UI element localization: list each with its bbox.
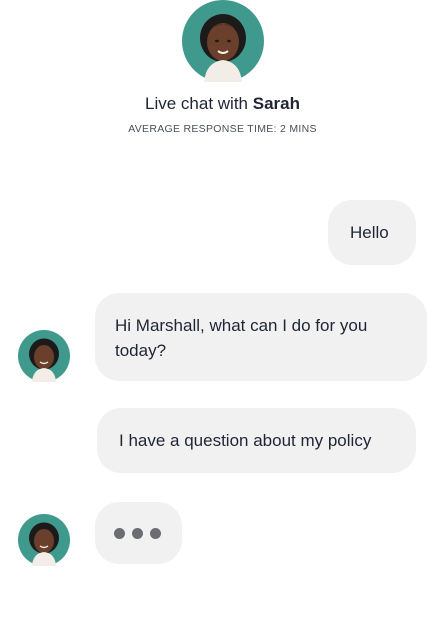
typing-dot-icon	[150, 528, 161, 539]
response-time-label: AVERAGE RESPONSE TIME: 2 MINS	[128, 123, 317, 135]
agent-avatar	[182, 0, 264, 82]
agent-avatar-small	[18, 514, 70, 566]
agent-message-bubble: Hi Marshall, what can I do for you today…	[95, 293, 427, 381]
user-message-bubble: I have a question about my policy	[97, 408, 416, 473]
agent-name: Sarah	[252, 94, 300, 113]
chat-title: Live chat with Sarah	[0, 93, 445, 115]
agent-avatar-small	[18, 330, 70, 382]
message-text: Hello	[350, 223, 389, 242]
typing-dot-icon	[132, 528, 143, 539]
message-text: Hi Marshall, what can I do for you today…	[115, 316, 368, 360]
typing-dot-icon	[114, 528, 125, 539]
user-message-bubble: Hello	[328, 200, 416, 265]
title-prefix: Live chat with	[145, 94, 253, 113]
message-text: I have a question about my policy	[119, 431, 372, 450]
typing-indicator-bubble	[95, 502, 182, 564]
